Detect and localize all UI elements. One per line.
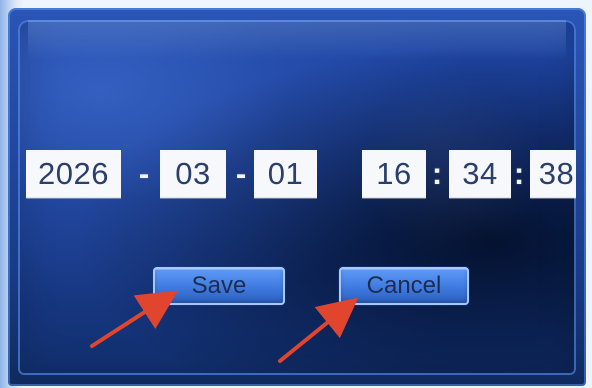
cancel-button[interactable]: Cancel	[339, 267, 469, 305]
time-separator-2: :	[513, 156, 525, 191]
second-field[interactable]: 38	[530, 150, 576, 198]
date-separator-2: -	[235, 156, 247, 191]
day-field[interactable]: 01	[254, 150, 317, 198]
hour-field[interactable]: 16	[362, 150, 426, 198]
datetime-settings-screen: 2026 - 03 - 01 16 : 34 : 38 Save Cancel	[18, 20, 576, 375]
month-field[interactable]: 03	[160, 150, 226, 198]
year-field[interactable]: 2026	[26, 150, 121, 198]
device-frame: 2026 - 03 - 01 16 : 34 : 38 Save Cancel	[0, 0, 592, 388]
date-separator-1: -	[138, 156, 150, 191]
minute-field[interactable]: 34	[449, 150, 511, 198]
time-separator-1: :	[431, 156, 443, 191]
screen-top-sheen	[28, 20, 566, 60]
save-button[interactable]: Save	[153, 267, 285, 305]
